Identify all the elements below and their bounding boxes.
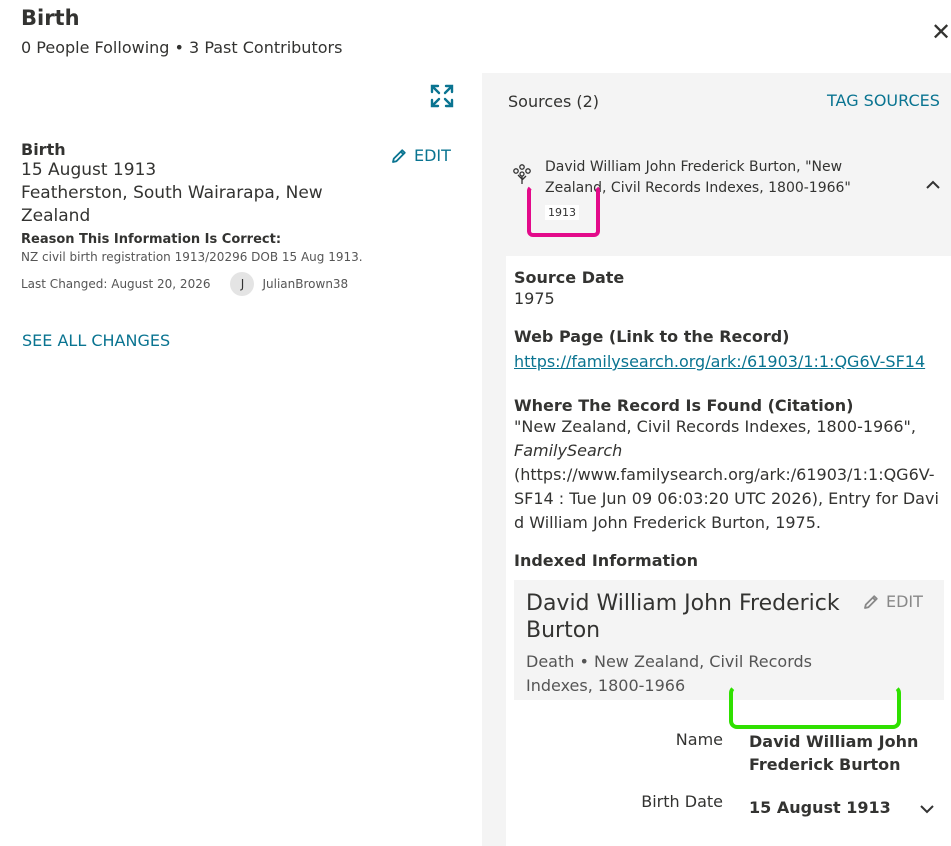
citation-label: Where The Record Is Found (Citation) [514, 396, 854, 415]
fact-place: Featherston, South Wairarapa, New Zealan… [21, 183, 323, 226]
field-label: Name [675, 730, 723, 749]
field-value: 15 August 1913 [749, 798, 891, 817]
edit-label: EDIT [414, 146, 451, 165]
source-date-block: Source Date 1975 [514, 268, 624, 311]
avatar[interactable]: J [230, 272, 255, 296]
indexed-info-label: Indexed Information [514, 551, 699, 570]
last-changed-text: Last Changed: August 20, 2026 [21, 277, 211, 291]
source-date-label: Source Date [514, 268, 625, 287]
reason-label: Reason This Information Is Correct: [21, 232, 282, 247]
sources-panel: Sources (2) TAG SOURCES David William Jo… [482, 73, 951, 846]
indexed-edit-label: EDIT [886, 592, 923, 611]
tree-icon [513, 164, 531, 184]
web-page-label: Web Page (Link to the Record) [514, 327, 790, 346]
citation-part2: (https://www.familysearch.org/ark:/61903… [514, 465, 939, 532]
record-link[interactable]: https://familysearch.org/ark:/61903/1:1:… [514, 352, 925, 371]
web-page-block: Web Page (Link to the Record) https://fa… [514, 327, 925, 371]
expand-icon[interactable] [428, 82, 456, 110]
see-all-changes-link[interactable]: SEE ALL CHANGES [22, 331, 170, 350]
citation-text: "New Zealand, Civil Records Indexes, 180… [514, 415, 944, 535]
annotation-highlight-green [729, 685, 901, 729]
contributor-name[interactable]: JulianBrown38 [262, 277, 348, 291]
chevron-up-icon[interactable] [925, 177, 941, 193]
field-value: David William John Frederick Burton [749, 732, 919, 774]
edit-button[interactable]: EDIT [390, 146, 451, 165]
followers-summary: 0 People Following • 3 Past Contributors [21, 38, 343, 57]
last-changed-row: Last Changed: August 20, 2026 J JulianBr… [21, 272, 461, 296]
indexed-card: David William John Frederick Burton EDIT… [514, 580, 944, 700]
sources-title: Sources (2) [508, 92, 600, 111]
tag-sources-button[interactable]: TAG SOURCES [827, 91, 940, 110]
citation-part1: "New Zealand, Civil Records Indexes, 180… [514, 417, 916, 436]
citation-italic: FamilySearch [514, 441, 623, 460]
field-label: Birth Date [641, 792, 723, 811]
pencil-icon [392, 148, 406, 163]
pencil-icon [864, 594, 878, 609]
citation-block: Where The Record Is Found (Citation) "Ne… [514, 396, 944, 535]
page-title: Birth [21, 6, 80, 30]
reason-text: NZ civil birth registration 1913/20296 D… [21, 250, 363, 264]
source-detail: Source Date 1975 Web Page (Link to the R… [506, 256, 951, 846]
close-icon[interactable]: ✕ [931, 20, 951, 44]
annotation-highlight-pink [527, 185, 600, 237]
chevron-down-icon[interactable] [919, 801, 935, 817]
indexed-edit-button[interactable]: EDIT [862, 592, 923, 611]
indexed-person-name: David William John Frederick Burton [526, 591, 840, 643]
source-date-value: 1975 [514, 289, 555, 308]
